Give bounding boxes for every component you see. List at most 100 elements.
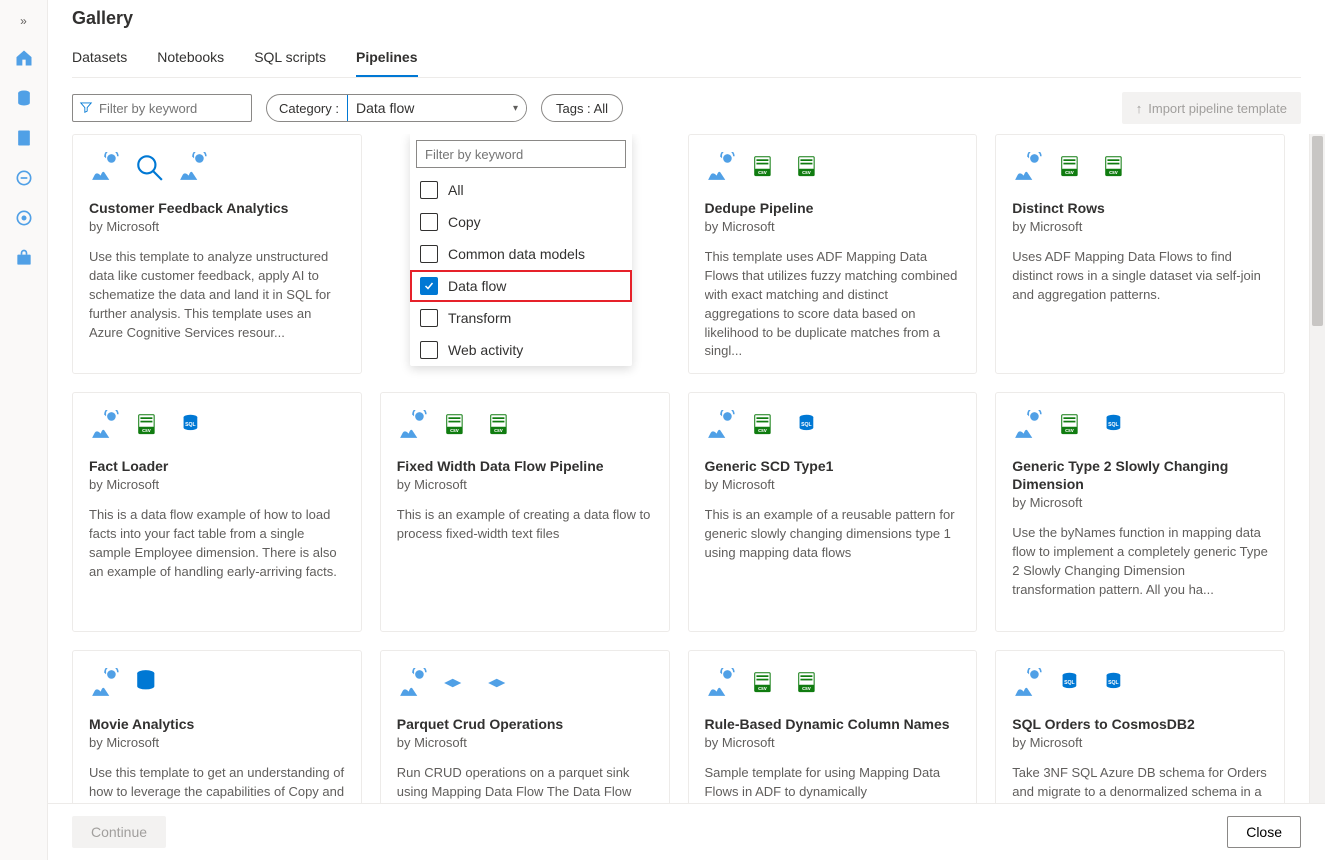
parq-icon [441,667,473,699]
category-select[interactable]: Data flow ▾ [347,94,527,122]
dataflow-icon [397,667,429,699]
card-description: Sample template for using Mapping Data F… [705,764,961,802]
dataflow-icon [705,409,737,441]
csv-icon [133,409,165,441]
tab-notebooks[interactable]: Notebooks [157,41,224,77]
card-description: Use this template to analyze unstructure… [89,248,345,342]
dropdown-option[interactable]: All [410,174,632,206]
option-label: Transform [448,310,511,326]
dropdown-option[interactable]: Common data models [410,238,632,270]
db-icon [133,667,165,699]
dataflow-icon [705,151,737,183]
tab-pipelines[interactable]: Pipelines [356,41,417,77]
dropdown-search-input[interactable] [416,140,626,168]
rail-develop-icon[interactable] [8,122,40,154]
card-description: This is an example of creating a data fl… [397,506,653,544]
template-card[interactable]: Generic SCD Type1 by Microsoft This is a… [688,392,978,632]
dataflow-icon [1012,409,1044,441]
csv-icon [1056,409,1088,441]
upload-icon: ↑ [1136,101,1143,116]
close-button[interactable]: Close [1227,816,1301,848]
sql-icon [1056,667,1088,699]
template-card[interactable]: Customer Feedback Analytics by Microsoft… [72,134,362,374]
card-title: SQL Orders to CosmosDB2 [1012,715,1268,733]
card-author: by Microsoft [1012,735,1268,750]
page-title: Gallery [72,8,1301,29]
template-card[interactable]: Movie Analytics by Microsoft Use this te… [72,650,362,803]
dropdown-option[interactable]: Copy [410,206,632,238]
dataflow-icon [1012,667,1044,699]
csv-icon [749,151,781,183]
csv-icon [793,151,825,183]
card-title: Customer Feedback Analytics [89,199,345,217]
filter-icon [79,100,93,117]
tabs: Datasets Notebooks SQL scripts Pipelines [72,41,1301,78]
search-icon [133,151,165,183]
template-card[interactable]: Fixed Width Data Flow Pipeline by Micros… [380,392,670,632]
template-card[interactable]: Parquet Crud Operations by Microsoft Run… [380,650,670,803]
template-card[interactable]: Distinct Rows by Microsoft Uses ADF Mapp… [995,134,1285,374]
dropdown-option[interactable]: Data flow [410,270,632,302]
card-description: Use this template to get an understandin… [89,764,345,802]
collapse-toggle[interactable]: » [14,8,33,34]
option-label: All [448,182,464,198]
checkbox-icon [420,277,438,295]
card-author: by Microsoft [89,735,345,750]
card-title: Movie Analytics [89,715,345,733]
option-label: Web activity [448,342,523,358]
card-description: This template uses ADF Mapping Data Flow… [705,248,961,361]
filter-keyword-input[interactable] [99,101,245,116]
scrollbar-thumb[interactable] [1312,136,1323,326]
card-title: Generic SCD Type1 [705,457,961,475]
card-author: by Microsoft [705,219,961,234]
template-card[interactable]: SQL Orders to CosmosDB2 by Microsoft Tak… [995,650,1285,803]
tags-filter[interactable]: Tags : All [541,94,623,122]
filter-keyword-wrap[interactable] [72,94,252,122]
option-label: Data flow [448,278,506,294]
card-title: Rule-Based Dynamic Column Names [705,715,961,733]
template-card[interactable]: Generic Type 2 Slowly Changing Dimension… [995,392,1285,632]
dataflow-icon [89,151,121,183]
template-card[interactable]: Rule-Based Dynamic Column Names by Micro… [688,650,978,803]
card-author: by Microsoft [89,219,345,234]
sql-icon [177,409,209,441]
card-author: by Microsoft [1012,219,1268,234]
card-description: Use the byNames function in mapping data… [1012,524,1268,599]
rail-manage-icon[interactable] [8,242,40,274]
dataflow-icon [89,667,121,699]
tab-sqlscripts[interactable]: SQL scripts [254,41,326,77]
checkbox-icon [420,341,438,359]
category-label: Category : [267,101,347,116]
card-author: by Microsoft [705,477,961,492]
card-author: by Microsoft [705,735,961,750]
parq-icon [485,667,517,699]
card-description: This is an example of a reusable pattern… [705,506,961,563]
category-dropdown: All CopyCommon data models Data flow Transf… [410,134,632,366]
dropdown-option[interactable]: Web activity [410,334,632,366]
template-card[interactable]: Dedupe Pipeline by Microsoft This templa… [688,134,978,374]
rail-monitor-icon[interactable] [8,202,40,234]
csv-icon [749,667,781,699]
card-title: Dedupe Pipeline [705,199,961,217]
dropdown-option[interactable]: Transform [410,302,632,334]
rail-data-icon[interactable] [8,82,40,114]
card-title: Fixed Width Data Flow Pipeline [397,457,653,475]
card-description: Run CRUD operations on a parquet sink us… [397,764,653,803]
checkbox-icon [420,181,438,199]
rail-home-icon[interactable] [8,42,40,74]
dataflow-icon [177,151,209,183]
category-value: Data flow [356,100,414,116]
csv-icon [749,409,781,441]
template-card[interactable]: Fact Loader by Microsoft This is a data … [72,392,362,632]
tab-datasets[interactable]: Datasets [72,41,127,77]
import-template-button: ↑ Import pipeline template [1122,92,1301,124]
csv-icon [441,409,473,441]
scrollbar[interactable] [1309,134,1325,803]
dataflow-icon [1012,151,1044,183]
nav-rail: » [0,0,48,860]
card-title: Parquet Crud Operations [397,715,653,733]
rail-integrate-icon[interactable] [8,162,40,194]
chevron-down-icon: ▾ [513,103,518,114]
category-filter: Category : Data flow ▾ [266,94,527,122]
card-author: by Microsoft [89,477,345,492]
